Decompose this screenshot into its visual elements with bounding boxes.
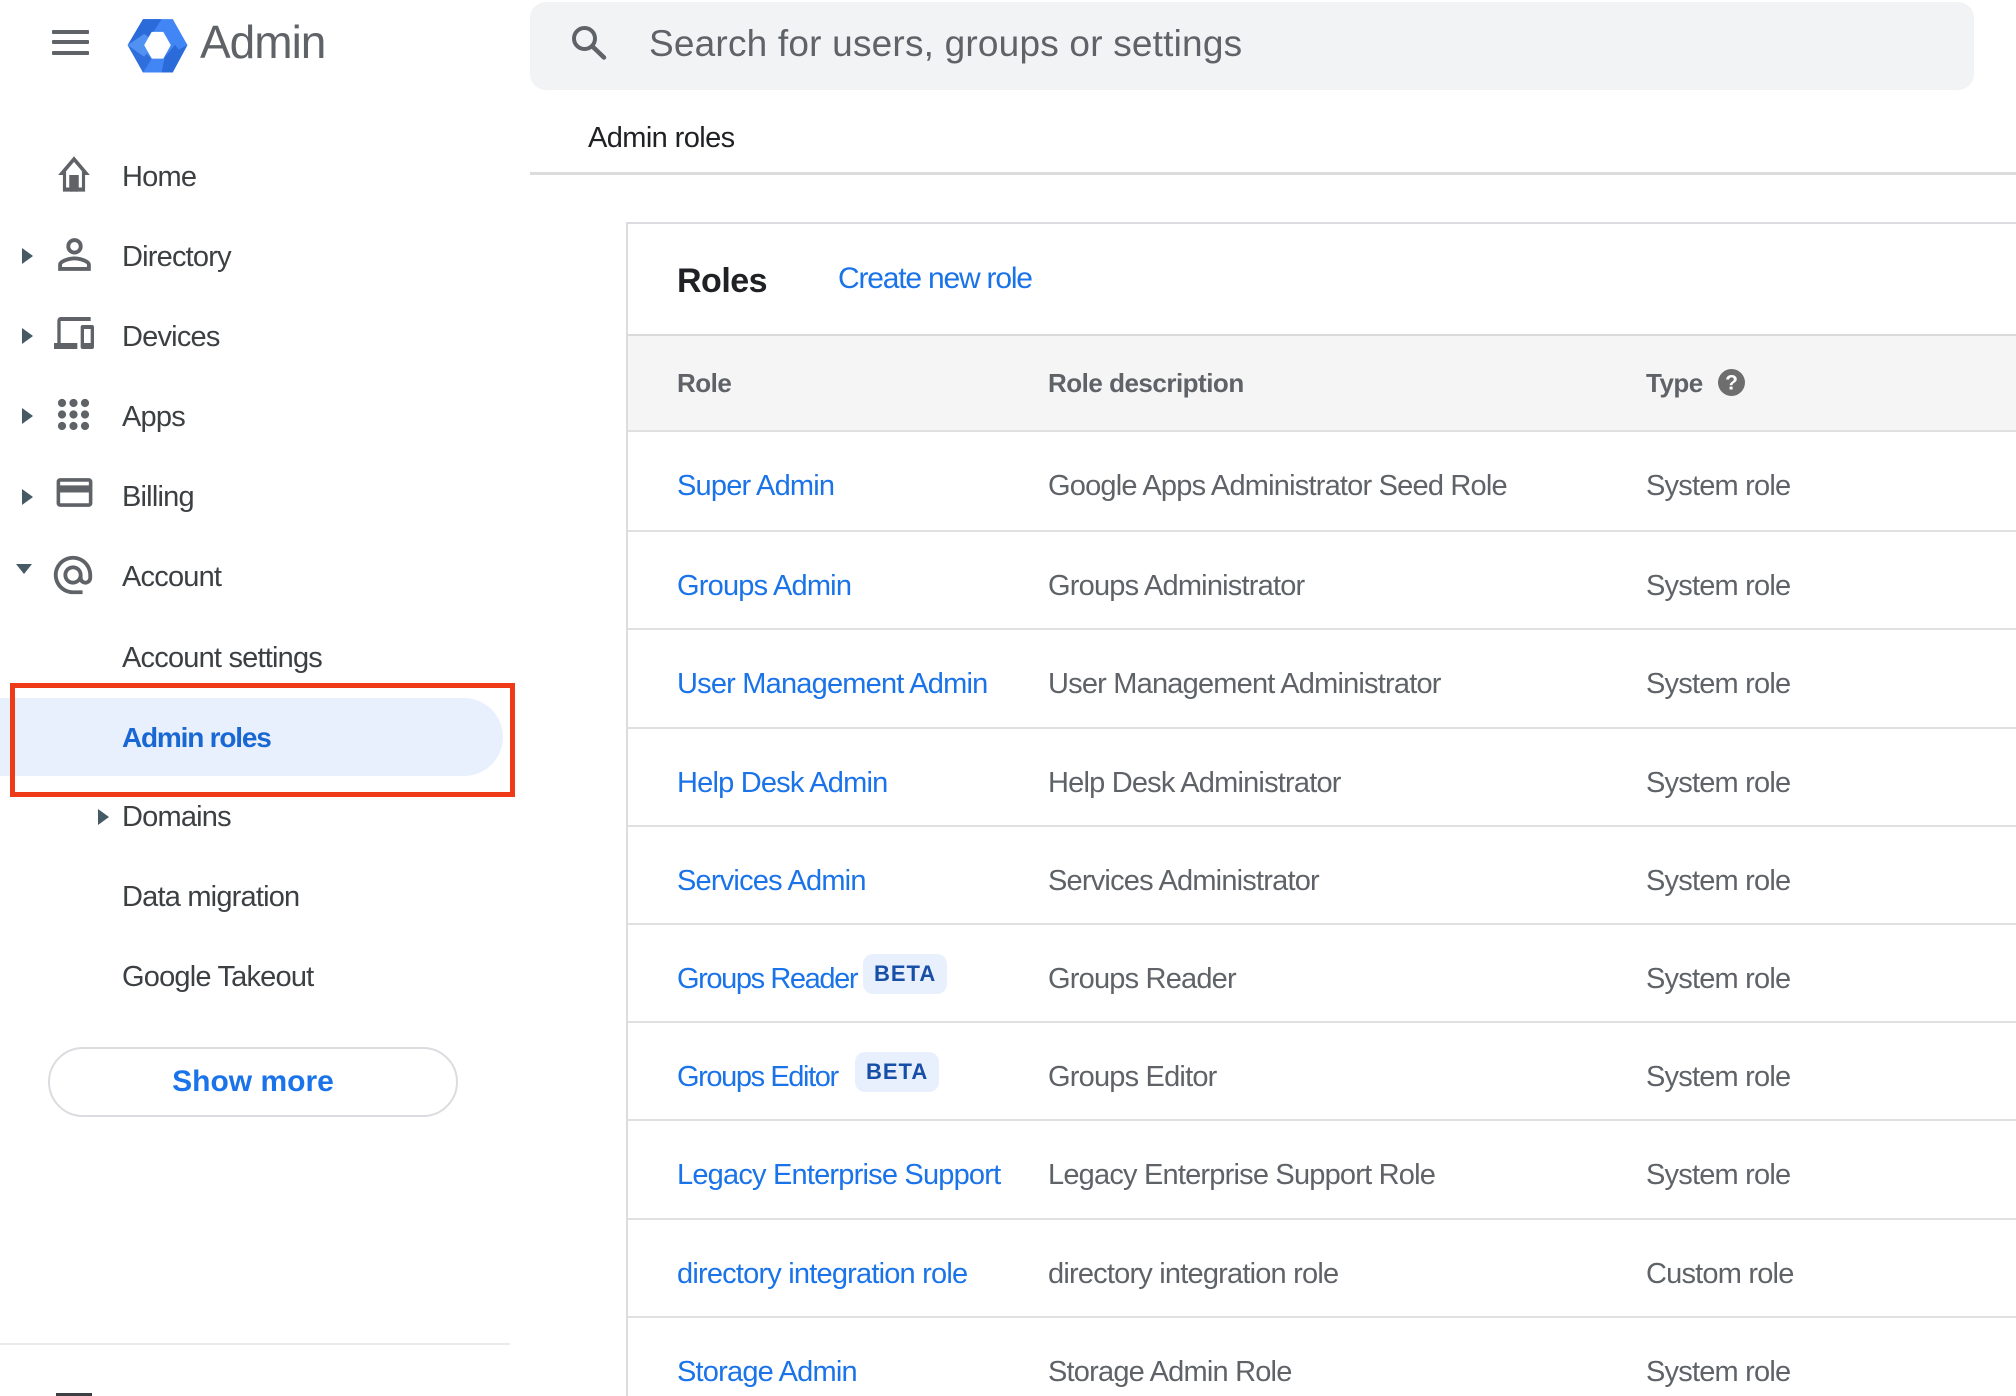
svg-text:?: ? (1725, 372, 1738, 395)
